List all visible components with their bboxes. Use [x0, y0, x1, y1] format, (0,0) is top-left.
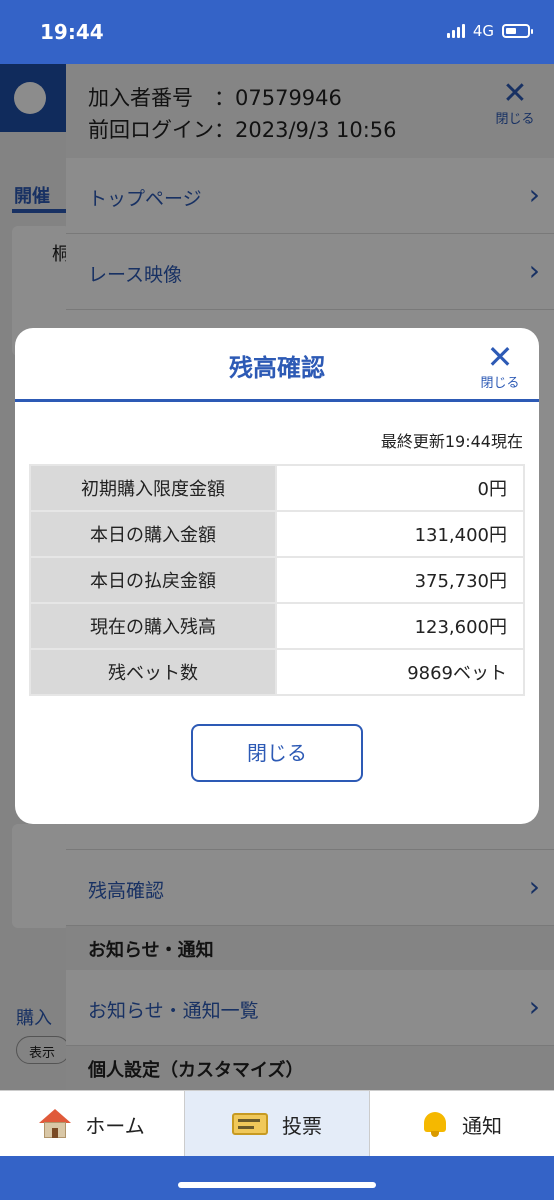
network-label: 4G [472, 22, 494, 40]
nav-label: ホーム [85, 1113, 145, 1138]
row-label: 本日の払戻金額 [29, 556, 277, 604]
table-row: 初期購入限度金額 0円 [29, 464, 525, 512]
row-value: 0円 [275, 464, 525, 512]
balance-modal: 残高確認 ✕ 閉じる 最終更新19:44現在 初期購入限度金額 0円 本日の購入… [15, 328, 539, 824]
row-label: 初期購入限度金額 [29, 464, 277, 512]
nav-notifications[interactable]: 通知 [370, 1091, 554, 1157]
table-row: 本日の購入金額 131,400円 [29, 510, 525, 558]
home-icon [39, 1109, 72, 1139]
bottom-nav: ホーム 投票 通知 [0, 1090, 554, 1157]
row-value: 131,400円 [275, 510, 525, 558]
nav-label: 投票 [282, 1113, 322, 1138]
modal-divider [15, 399, 539, 402]
home-indicator[interactable] [178, 1182, 376, 1188]
row-label: 現在の購入残高 [29, 602, 277, 650]
modal-close-label: 閉じる [480, 376, 520, 391]
status-bar: 19:44 4G [0, 0, 554, 64]
table-row: 本日の払戻金額 375,730円 [29, 556, 525, 604]
home-indicator-area [0, 1156, 554, 1200]
row-label: 残ベット数 [29, 648, 277, 696]
row-value: 375,730円 [275, 556, 525, 604]
ticket-icon [232, 1113, 268, 1135]
last-updated: 最終更新19:44現在 [380, 432, 523, 451]
row-value: 123,600円 [275, 602, 525, 650]
table-row: 現在の購入残高 123,600円 [29, 602, 525, 650]
table-row: 残ベット数 9869ベット [29, 648, 525, 696]
balance-table: 初期購入限度金額 0円 本日の購入金額 131,400円 本日の払戻金額 375… [29, 464, 525, 696]
modal-close-button[interactable]: ✕ 閉じる [475, 338, 525, 391]
row-value: 9869ベット [275, 648, 525, 696]
nav-label: 通知 [462, 1113, 502, 1138]
status-time: 19:44 [40, 20, 104, 44]
status-indicators: 4G [446, 22, 533, 40]
nav-home[interactable]: ホーム [0, 1091, 184, 1157]
close-icon: ✕ [486, 338, 514, 376]
nav-vote[interactable]: 投票 [185, 1091, 369, 1157]
bell-icon [422, 1110, 448, 1138]
battery-icon [502, 24, 533, 38]
signal-icon [446, 24, 465, 38]
row-label: 本日の購入金額 [29, 510, 277, 558]
modal-title: 残高確認 [229, 354, 325, 382]
close-button[interactable]: 閉じる [191, 724, 363, 782]
